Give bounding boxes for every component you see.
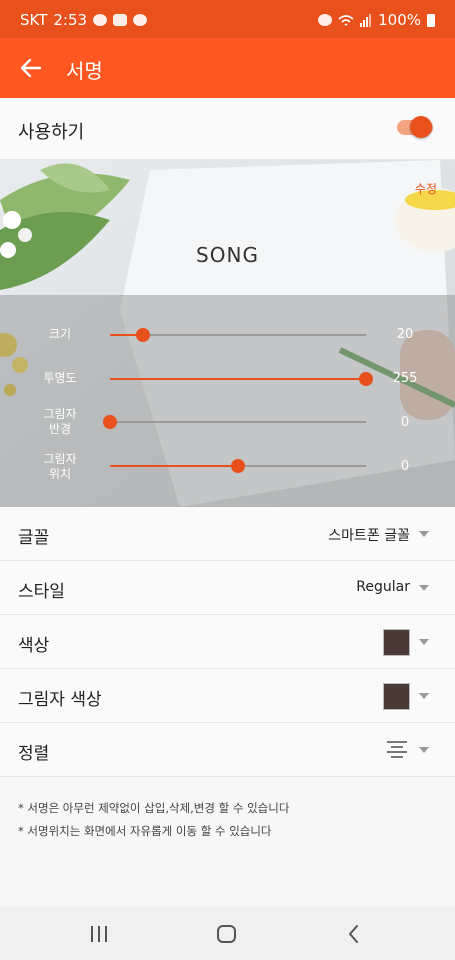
font-label: 글꼴 [18, 528, 50, 548]
edit-signature-link[interactable]: 수정 [415, 180, 437, 197]
chevron-down-icon [419, 693, 429, 699]
opacity-label: 투명도 [43, 371, 77, 385]
slider-label-line: 그림자 [43, 407, 77, 421]
slider-track [110, 421, 366, 423]
talk-notification-icon [93, 14, 108, 26]
shadow-color-label: 그림자 색상 [18, 690, 102, 710]
talk-notification-icon [133, 14, 148, 26]
align-row[interactable]: 정렬 [0, 723, 455, 777]
shadow-radius-value: 0 [400, 415, 410, 430]
page-title: 서명 [66, 59, 103, 83]
align-label: 정렬 [18, 744, 50, 764]
color-row[interactable]: 색상 [0, 615, 455, 669]
home-button[interactable] [213, 920, 241, 948]
slider-label-line: 위치 [48, 467, 72, 481]
recent-apps-button[interactable] [85, 920, 113, 948]
back-icon [349, 925, 358, 943]
system-nav-bar [0, 907, 455, 960]
alarm-icon [318, 14, 333, 26]
chevron-down-icon [419, 639, 429, 645]
style-value: Regular [356, 579, 410, 595]
chevron-down-icon [419, 585, 429, 591]
signal-icon [360, 13, 372, 27]
battery-icon [427, 13, 435, 27]
style-row[interactable]: 스타일 Regular [0, 561, 455, 615]
shadow-position-value: 0 [400, 459, 410, 474]
home-icon [217, 925, 236, 943]
chevron-down-icon [419, 747, 429, 753]
recent-apps-icon [91, 926, 107, 942]
font-value: 스마트폰 글꼴 [328, 528, 410, 544]
slider-panel: 크기 20 투명도 255 그림자 반경 0 그림자 위치 0 [0, 295, 455, 507]
signature-preview: 수정 SONG 크기 20 투명도 255 그림자 반경 0 그림자 위치 0 [0, 160, 455, 507]
color-swatch[interactable] [383, 629, 410, 656]
slider-thumb[interactable] [359, 372, 373, 386]
settings-list: 글꼴 스마트폰 글꼴 스타일 Regular 색상 그림자 색상 정렬 [0, 507, 455, 777]
slider-thumb[interactable] [103, 415, 117, 429]
signature-text: SONG [196, 243, 259, 267]
slider-fill [110, 378, 366, 380]
clock: 2:53 [53, 11, 88, 29]
gallery-icon [113, 14, 128, 26]
note-line: * 서명위치는 화면에서 자유롭게 이동 할 수 있습니다 [18, 824, 272, 838]
note-line: * 서명은 아무런 제약없이 삽입,삭제,변경 할 수 있습니다 [18, 801, 290, 815]
size-slider[interactable] [110, 325, 366, 345]
arrow-left-icon [20, 58, 42, 78]
color-label: 색상 [18, 636, 50, 656]
help-notes: * 서명은 아무런 제약없이 삽입,삭제,변경 할 수 있습니다 * 서명위치는… [18, 797, 438, 843]
font-row[interactable]: 글꼴 스마트폰 글꼴 [0, 507, 455, 561]
slider-thumb[interactable] [231, 459, 245, 473]
use-signature-row: 사용하기 [0, 98, 455, 160]
shadow-position-slider[interactable] [110, 456, 366, 476]
slider-fill [110, 465, 238, 467]
app-bar: 서명 [0, 38, 455, 98]
shadow-position-label: 그림자 위치 [30, 452, 90, 482]
battery-label: 100% [378, 11, 421, 29]
style-label: 스타일 [18, 582, 65, 602]
system-back-button[interactable] [340, 920, 368, 948]
back-button[interactable] [14, 52, 48, 84]
slider-thumb[interactable] [136, 328, 150, 342]
shadow-radius-slider[interactable] [103, 412, 366, 432]
shadow-radius-label: 그림자 반경 [30, 407, 90, 437]
wifi-icon [338, 14, 354, 26]
opacity-slider[interactable] [110, 369, 373, 389]
use-signature-label: 사용하기 [18, 122, 85, 143]
slider-label-line: 반경 [48, 422, 72, 436]
use-signature-toggle[interactable] [397, 116, 435, 138]
size-value: 20 [396, 327, 414, 342]
opacity-value: 255 [392, 371, 418, 386]
shadow-color-row[interactable]: 그림자 색상 [0, 669, 455, 723]
shadow-color-swatch[interactable] [383, 683, 410, 710]
size-label: 크기 [48, 327, 72, 341]
toggle-thumb [410, 116, 432, 138]
status-bar: SKT 2:53 100% [0, 0, 455, 38]
chevron-down-icon [419, 531, 429, 537]
align-center-icon [387, 741, 407, 758]
carrier-label: SKT [20, 11, 48, 29]
slider-label-line: 그림자 [43, 452, 77, 466]
